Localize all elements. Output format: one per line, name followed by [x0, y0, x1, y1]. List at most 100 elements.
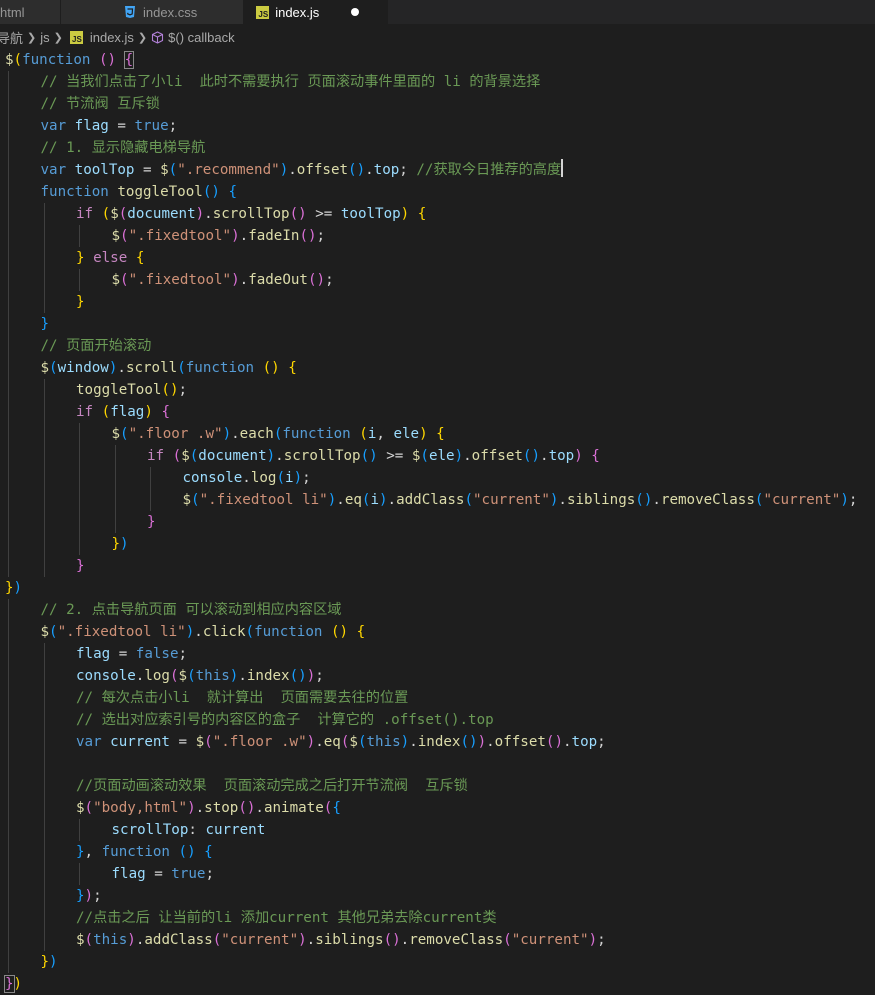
- code-line[interactable]: $(".fixedtool li").eq(i).addClass("curre…: [0, 489, 875, 511]
- code-line[interactable]: }): [0, 577, 875, 599]
- code-line[interactable]: }, function () {: [0, 841, 875, 863]
- code-token: ): [306, 734, 316, 750]
- code-token: current: [205, 822, 266, 838]
- code-token: .: [463, 448, 472, 464]
- code-line[interactable]: // 1. 显示隐藏电梯导航: [0, 137, 875, 159]
- code-token: stop: [204, 800, 239, 816]
- code-token: ;: [316, 228, 326, 244]
- code-token: ".fixedtool": [128, 272, 232, 288]
- code-line[interactable]: //点击之后 让当前的li 添加current 其他兄弟去除current类: [0, 907, 875, 929]
- code-token: document: [198, 448, 267, 464]
- code-line[interactable]: }): [0, 951, 875, 973]
- code-line[interactable]: flag = false;: [0, 643, 875, 665]
- code-line[interactable]: }: [0, 313, 875, 335]
- code-line[interactable]: var current = $(".floor .w").eq($(this).…: [0, 731, 875, 753]
- code-line[interactable]: var toolTop = $(".recommend").offset().t…: [0, 159, 875, 181]
- unsaved-dot-icon[interactable]: [351, 8, 360, 16]
- code-token: ".fixedtool li": [57, 624, 186, 640]
- code-token: flag: [74, 118, 109, 134]
- code-token: $: [110, 206, 119, 222]
- code-line[interactable]: }): [0, 533, 875, 555]
- code-token: }: [4, 975, 15, 993]
- code-token: }: [76, 844, 85, 860]
- code-token: function: [254, 624, 323, 640]
- code-line[interactable]: $(".fixedtool li").click(function () {: [0, 621, 875, 643]
- code-token: (: [120, 272, 129, 288]
- code-line[interactable]: $(function () {: [0, 49, 875, 71]
- code-token: (): [460, 734, 478, 750]
- code-token: ): [293, 470, 303, 486]
- code-token: >=: [377, 448, 412, 464]
- breadcrumb-item-file[interactable]: index.js: [90, 30, 134, 45]
- code-line[interactable]: flag = true;: [0, 863, 875, 885]
- code-line[interactable]: toggleTool();: [0, 379, 875, 401]
- code-line[interactable]: });: [0, 885, 875, 907]
- code-line[interactable]: $("body,html").stop().animate({: [0, 797, 875, 819]
- code-token: ): [298, 932, 307, 948]
- code-token: (: [189, 448, 199, 464]
- code-line[interactable]: function toggleTool() {: [0, 181, 875, 203]
- code-token: console: [76, 668, 136, 684]
- code-line[interactable]: //页面动画滚动效果 页面滚动完成之后打开节流阀 互斥锁: [0, 775, 875, 797]
- tab-index-js[interactable]: JS index.js: [244, 0, 389, 24]
- code-line[interactable]: // 每次点击小li 就计算出 页面需要去往的位置: [0, 687, 875, 709]
- code-token: .: [365, 162, 374, 178]
- code-token: ): [120, 536, 129, 552]
- code-token: "body,html": [93, 800, 188, 816]
- code-token: .: [204, 206, 213, 222]
- code-token: ): [187, 800, 196, 816]
- code-line[interactable]: console.log($(this).index());: [0, 665, 875, 687]
- code-line[interactable]: if ($(document).scrollTop() >= toolTop) …: [0, 203, 875, 225]
- code-token: (): [98, 52, 117, 68]
- code-line[interactable]: }): [0, 973, 875, 995]
- code-line[interactable]: $(window).scroll(function () {: [0, 357, 875, 379]
- breadcrumb-item-js[interactable]: js: [40, 30, 49, 45]
- code-line[interactable]: }: [0, 291, 875, 313]
- code-token: {: [332, 800, 341, 816]
- code-token: (: [503, 932, 512, 948]
- code-token: each: [239, 426, 274, 442]
- code-token: window: [57, 360, 109, 376]
- code-line[interactable]: // 选出对应索引号的内容区的盒子 计算它的 .offset().top: [0, 709, 875, 731]
- code-token: ;: [93, 888, 102, 904]
- code-token: ;: [325, 272, 334, 288]
- code-line[interactable]: if ($(document).scrollTop() >= $(ele).of…: [0, 445, 875, 467]
- code-token: ".floor .w": [212, 734, 307, 750]
- code-token: addClass: [396, 492, 465, 508]
- code-line[interactable]: $(".floor .w").each(function (i, ele) {: [0, 423, 875, 445]
- code-token: // 选出对应索引号的内容区的盒子 计算它的 .offset().top: [76, 712, 494, 728]
- code-token: ): [195, 206, 205, 222]
- code-line[interactable]: console.log(i);: [0, 467, 875, 489]
- code-token: offset: [296, 162, 349, 178]
- code-line[interactable]: scrollTop: current: [0, 819, 875, 841]
- code-token: $: [182, 492, 192, 508]
- code-line[interactable]: if (flag) {: [0, 401, 875, 423]
- code-line[interactable]: var flag = true;: [0, 115, 875, 137]
- code-line[interactable]: // 节流阀 互斥锁: [0, 93, 875, 115]
- code-line[interactable]: } else {: [0, 247, 875, 269]
- code-token: =: [169, 734, 196, 750]
- code-token: eq: [344, 492, 362, 508]
- code-line[interactable]: // 2. 点击导航页面 可以滚动到相应内容区域: [0, 599, 875, 621]
- breadcrumb-item-symbol[interactable]: $() callback: [168, 30, 234, 45]
- tab-index-css[interactable]: index.css: [61, 0, 245, 24]
- code-token: (): [202, 184, 220, 200]
- code-line[interactable]: $(this).addClass("current").siblings().r…: [0, 929, 875, 951]
- code-line[interactable]: // 当我们点击了小li 此时不需要执行 页面滚动事件里面的 li 的背景选择: [0, 71, 875, 93]
- code-token: (: [84, 800, 94, 816]
- code-editor[interactable]: $(function () {// 当我们点击了小li 此时不需要执行 页面滚动…: [0, 48, 875, 993]
- code-token: ): [144, 404, 153, 420]
- tab-html[interactable]: html: [0, 0, 61, 24]
- code-line[interactable]: $(".fixedtool").fadeIn();: [0, 225, 875, 247]
- code-line[interactable]: }: [0, 555, 875, 577]
- code-line[interactable]: [0, 753, 875, 775]
- code-line[interactable]: $(".fixedtool").fadeOut();: [0, 269, 875, 291]
- breadcrumb-item-folder[interactable]: 导航: [0, 28, 23, 47]
- code-line[interactable]: // 页面开始滚动: [0, 335, 875, 357]
- code-line[interactable]: }: [0, 511, 875, 533]
